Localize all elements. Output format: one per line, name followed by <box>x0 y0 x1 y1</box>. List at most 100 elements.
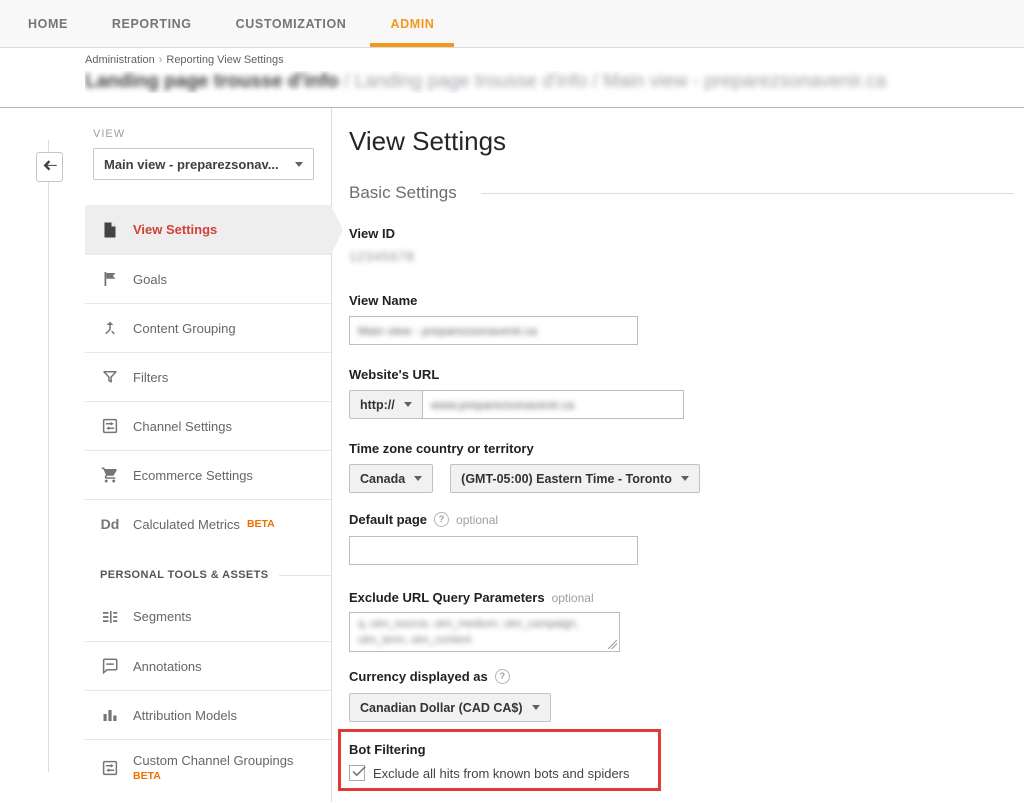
bot-filtering-checkbox-label: Exclude all hits from known bots and spi… <box>373 766 630 781</box>
channel-groupings-icon <box>100 759 120 777</box>
flag-icon <box>100 270 120 288</box>
view-selector-dropdown[interactable]: Main view - preparezsonav... <box>93 148 314 180</box>
view-selector-block: VIEW Main view - preparezsonav... <box>93 128 314 180</box>
view-label: VIEW <box>93 128 314 140</box>
sidebar-item-annotations[interactable]: Annotations <box>85 641 331 690</box>
view-name-value-redacted: Main view - preparezsonavenir.ca <box>358 324 537 338</box>
merge-icon <box>100 319 120 337</box>
top-nav: HOME REPORTING CUSTOMIZATION ADMIN <box>0 0 1024 48</box>
default-page-label: Default page <box>349 512 427 527</box>
timezone-country-dropdown[interactable]: Canada <box>349 464 433 493</box>
sidebar-item-ecommerce-settings[interactable]: Ecommerce Settings <box>85 450 331 499</box>
optional-text: optional <box>456 513 498 527</box>
view-id-value-redacted: 12345678 <box>349 249 429 267</box>
page-title: View Settings <box>349 124 1014 158</box>
breadcrumb-current-page: Reporting View Settings <box>166 54 283 66</box>
default-page-label-row: Default page ? optional <box>349 511 1014 528</box>
bar-chart-icon <box>100 706 120 724</box>
breadcrumb-administration[interactable]: Administration <box>85 54 155 66</box>
exclude-params-textarea[interactable]: q, utm_source, utm_medium, utm_campaign,… <box>349 612 620 652</box>
bot-filtering-label: Bot Filtering <box>349 742 669 757</box>
view-selector-value: Main view - preparezsonav... <box>104 157 279 172</box>
sidebar-item-calculated-metrics[interactable]: Dd Calculated Metrics BETA <box>85 499 331 548</box>
bot-filtering-checkbox[interactable] <box>349 765 365 781</box>
account-title: Landing page trousse d'info / Landing pa… <box>85 71 1014 93</box>
timezone-zone-dropdown[interactable]: (GMT-05:00) Eastern Time - Toronto <box>450 464 700 493</box>
nav-tab-customization[interactable]: CUSTOMIZATION <box>236 0 347 47</box>
back-button[interactable] <box>36 152 63 182</box>
sidebar-item-label: View Settings <box>133 222 217 237</box>
exclude-params-value-redacted: q, utm_source, utm_medium, utm_campaign,… <box>358 618 579 646</box>
basic-settings-section-title: Basic Settings <box>349 182 1014 204</box>
help-icon[interactable]: ? <box>495 669 510 684</box>
timezone-country-value: Canada <box>360 472 405 486</box>
resize-handle-icon[interactable] <box>608 640 617 649</box>
beta-badge: BETA <box>247 518 275 530</box>
nav-tab-home[interactable]: HOME <box>28 0 68 47</box>
channel-icon <box>100 417 120 435</box>
bot-filtering-section: Bot Filtering Exclude all hits from know… <box>349 742 669 782</box>
sidebar-item-label: Goals <box>133 272 167 287</box>
url-protocol-value: http:// <box>360 398 395 412</box>
currency-value: Canadian Dollar (CAD CA$) <box>360 701 523 715</box>
caret-down-icon <box>681 476 689 481</box>
sidebar-item-label: Custom Channel Groupings <box>133 752 293 770</box>
view-id-label: View ID <box>349 226 1014 241</box>
sidebar-item-custom-channel-groupings[interactable]: Custom Channel Groupings BETA <box>85 739 331 795</box>
timezone-label: Time zone country or territory <box>349 441 1014 456</box>
caret-down-icon <box>414 476 422 481</box>
sidebar-item-channel-settings[interactable]: Channel Settings <box>85 401 331 450</box>
exclude-params-label-row: Exclude URL Query Parameters optional <box>349 589 1014 606</box>
optional-text: optional <box>552 591 594 605</box>
caret-down-icon <box>404 402 412 407</box>
sidebar-item-content-grouping[interactable]: Content Grouping <box>85 303 331 352</box>
sidebar-item-label: Channel Settings <box>133 419 232 434</box>
view-name-input[interactable]: Main view - preparezsonavenir.ca <box>349 316 638 345</box>
sidebar-item-segments[interactable]: Segments <box>85 592 331 641</box>
website-url-label: Website's URL <box>349 367 1014 382</box>
sidebar-item-label: Filters <box>133 370 168 385</box>
sidebar-item-label: Ecommerce Settings <box>133 468 253 483</box>
nav-tab-admin[interactable]: ADMIN <box>390 0 434 47</box>
timezone-row: Canada (GMT-05:00) Eastern Time - Toront… <box>349 464 1014 493</box>
website-url-value-redacted: www.preparezsonavenir.ca <box>431 398 574 412</box>
sidebar-item-label: Segments <box>133 609 192 624</box>
ga-admin-page: HOME REPORTING CUSTOMIZATION ADMIN Admin… <box>0 0 1024 802</box>
sidebar-item-goals[interactable]: Goals <box>85 254 331 303</box>
sidebar-menu: View Settings Goals Content Grouping <box>85 205 331 795</box>
website-url-row: http:// www.preparezsonavenir.ca <box>349 390 1014 419</box>
nav-tab-reporting[interactable]: REPORTING <box>112 0 192 47</box>
bot-filtering-checkbox-row: Exclude all hits from known bots and spi… <box>349 764 669 782</box>
account-title-secondary-redacted: / Landing page trousse d'info / Main vie… <box>339 71 887 92</box>
exclude-params-label: Exclude URL Query Parameters <box>349 590 545 605</box>
sidebar-item-view-settings[interactable]: View Settings <box>85 205 331 254</box>
annotation-icon <box>100 657 120 675</box>
currency-label-row: Currency displayed as ? <box>349 668 1014 685</box>
content-area: VIEW Main view - preparezsonav... View S… <box>0 108 1024 802</box>
default-page-input[interactable] <box>349 536 638 565</box>
account-title-primary-redacted: Landing page trousse d'info <box>85 71 339 92</box>
breadcrumb-separator: › <box>159 54 163 66</box>
view-settings-panel: View Settings Basic Settings View ID 123… <box>332 108 1024 802</box>
section-title-text: Basic Settings <box>349 183 457 203</box>
view-name-label: View Name <box>349 293 1014 308</box>
sidebar-guide-line <box>48 140 49 772</box>
beta-badge: BETA <box>133 769 293 783</box>
website-url-input[interactable]: www.preparezsonavenir.ca <box>422 390 684 419</box>
admin-sidebar: VIEW Main view - preparezsonav... View S… <box>0 108 332 802</box>
caret-down-icon <box>532 705 540 710</box>
dd-icon: Dd <box>100 516 120 532</box>
funnel-icon <box>100 368 120 386</box>
currency-row: Canadian Dollar (CAD CA$) <box>349 693 1014 722</box>
sidebar-item-label: Calculated Metrics <box>133 517 240 532</box>
url-protocol-dropdown[interactable]: http:// <box>349 390 423 419</box>
sidebar-item-label: Content Grouping <box>133 321 236 336</box>
sidebar-item-filters[interactable]: Filters <box>85 352 331 401</box>
header-strip: Administration ›Reporting View Settings L… <box>0 48 1024 108</box>
breadcrumb: Administration ›Reporting View Settings <box>85 54 1014 66</box>
segments-icon <box>100 608 120 626</box>
sidebar-item-attribution-models[interactable]: Attribution Models <box>85 690 331 739</box>
help-icon[interactable]: ? <box>434 512 449 527</box>
currency-label: Currency displayed as <box>349 669 488 684</box>
currency-dropdown[interactable]: Canadian Dollar (CAD CA$) <box>349 693 551 722</box>
